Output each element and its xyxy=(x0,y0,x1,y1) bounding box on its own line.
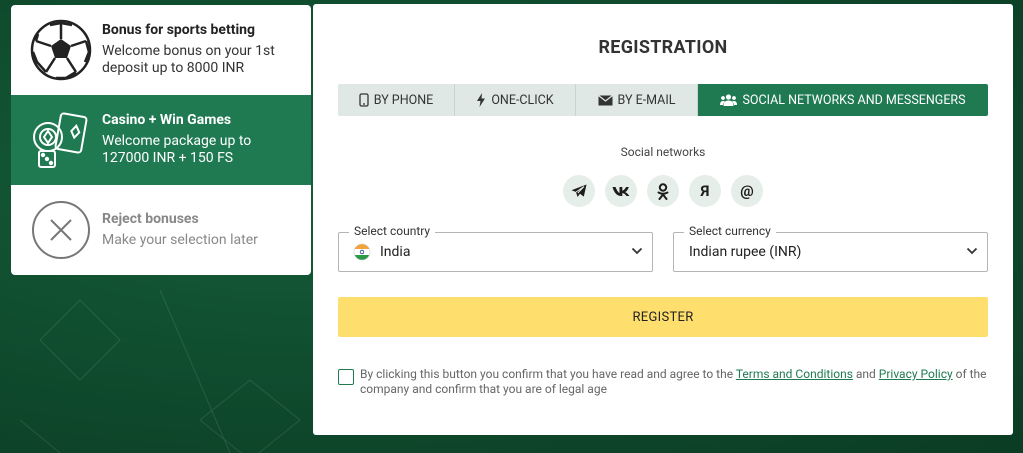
telegram-icon xyxy=(571,184,587,197)
lightning-icon xyxy=(477,93,486,107)
tab-label: BY E-MAIL xyxy=(617,92,676,108)
terms-consent: By clicking this button you confirm that… xyxy=(338,367,988,397)
registration-method-tabs: BY PHONE ONE-CLICK BY E-MAIL SOCIAL NETW… xyxy=(338,84,988,116)
consent-text-part: and xyxy=(852,367,879,381)
bonus-description-line2: deposit up to 8000 INR xyxy=(102,60,245,77)
mail-at-icon: @ xyxy=(740,182,754,200)
currency-select[interactable]: Select currency Indian rupee (INR) xyxy=(673,224,988,272)
tab-label: BY PHONE xyxy=(373,92,434,108)
close-circle-icon xyxy=(32,201,90,259)
bonus-description-line1: Welcome bonus on your 1st xyxy=(102,42,275,59)
bonus-selection-panel: Bonus for sports betting Welcome bonus o… xyxy=(11,5,311,275)
bonus-title: Reject bonuses xyxy=(102,211,199,227)
vk-icon xyxy=(612,186,630,196)
consent-text-part: By clicking this button you confirm that… xyxy=(360,367,736,381)
social-networks-caption: Social networks xyxy=(620,145,706,159)
phone-icon xyxy=(359,93,369,107)
bonus-title: Bonus for sports betting xyxy=(102,22,256,39)
bonus-description-line1: Make your selection later xyxy=(102,231,258,248)
telegram-button[interactable] xyxy=(563,175,595,207)
terms-and-conditions-link[interactable]: Terms and Conditions xyxy=(736,367,853,381)
tab-by-email[interactable]: BY E-MAIL xyxy=(576,84,698,116)
bonus-title: Casino + Win Games xyxy=(102,112,232,129)
privacy-policy-link[interactable]: Privacy Policy xyxy=(879,367,953,381)
social-networks-list: Я @ xyxy=(563,175,763,207)
casino-chips-icon xyxy=(33,112,88,168)
currency-select-label: Select currency xyxy=(684,224,776,238)
bonus-option-sports[interactable]: Bonus for sports betting Welcome bonus o… xyxy=(11,5,311,95)
bonus-description-line1: Welcome package up to xyxy=(102,132,252,149)
country-select-label: Select country xyxy=(349,224,436,238)
bonus-option-reject[interactable]: Reject bonuses Make your selection later xyxy=(11,185,311,275)
tab-label: ONE-CLICK xyxy=(491,92,554,108)
currency-select-value: Indian rupee (INR) xyxy=(689,244,802,260)
mail-button[interactable]: @ xyxy=(731,175,763,207)
tab-by-phone[interactable]: BY PHONE xyxy=(338,84,455,116)
tab-one-click[interactable]: ONE-CLICK xyxy=(455,84,576,116)
envelope-icon xyxy=(597,94,613,105)
yandex-icon: Я xyxy=(700,182,710,200)
chevron-down-icon xyxy=(966,247,978,255)
terms-checkbox[interactable] xyxy=(338,369,354,385)
vk-button[interactable] xyxy=(605,175,637,207)
terms-consent-text: By clicking this button you confirm that… xyxy=(360,367,988,397)
register-button[interactable]: REGISTER xyxy=(338,297,988,337)
chevron-down-icon xyxy=(631,247,643,255)
odnoklassniki-icon xyxy=(657,182,669,200)
country-select-value: India xyxy=(380,244,411,260)
soccer-ball-icon xyxy=(30,19,92,81)
registration-form: REGISTRATION BY PHONE ONE-CLICK BY E-MAI… xyxy=(313,4,1013,435)
yandex-button[interactable]: Я xyxy=(689,175,721,207)
bonus-description-line2: 127000 INR + 150 FS xyxy=(102,150,234,167)
tab-label: SOCIAL NETWORKS AND MESSENGERS xyxy=(742,92,966,108)
india-flag-icon xyxy=(353,243,371,261)
bonus-option-casino[interactable]: Casino + Win Games Welcome package up to… xyxy=(11,95,311,185)
country-select[interactable]: Select country India xyxy=(338,224,653,272)
page-title: REGISTRATION xyxy=(598,37,728,58)
tab-social-networks[interactable]: SOCIAL NETWORKS AND MESSENGERS xyxy=(698,84,988,116)
users-icon xyxy=(720,94,738,106)
odnoklassniki-button[interactable] xyxy=(647,175,679,207)
